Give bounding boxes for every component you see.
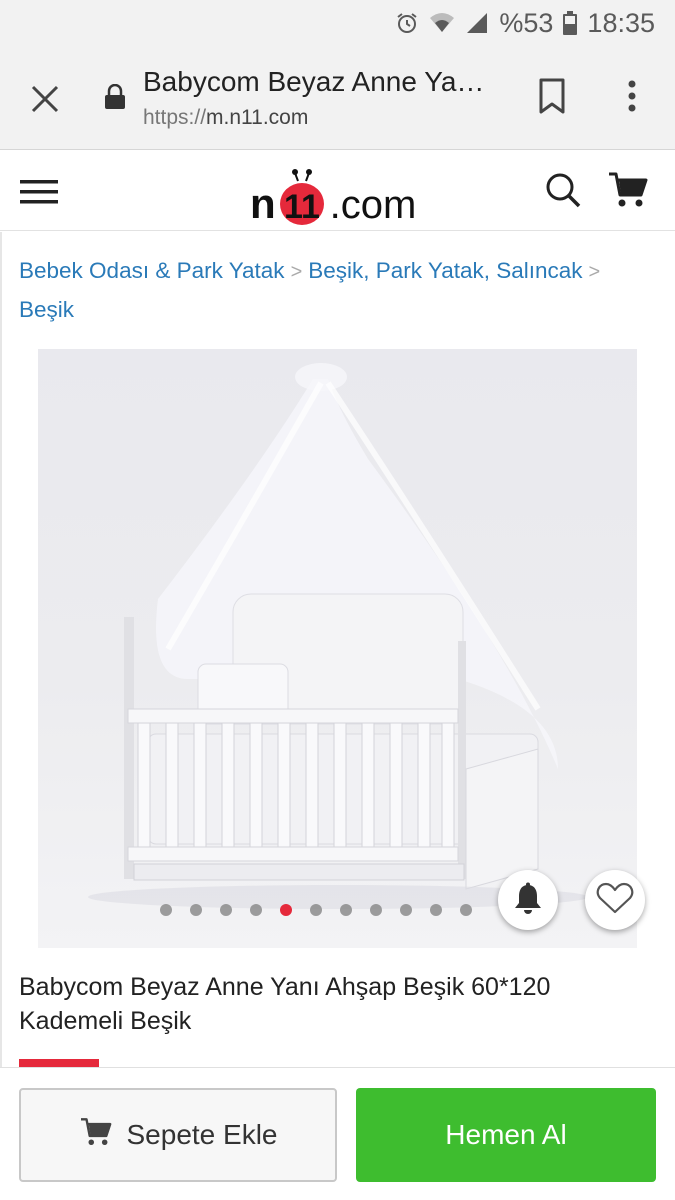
status-indicators: %53 18:35 <box>395 6 655 40</box>
gallery-dot[interactable] <box>250 904 262 916</box>
logo-domain: .com <box>329 183 417 227</box>
gallery-dot[interactable] <box>430 904 442 916</box>
product-title: Babycom Beyaz Anne Yanı Ahşap Beşik 60*1… <box>19 973 551 1035</box>
search-icon[interactable] <box>545 172 581 208</box>
close-icon[interactable] <box>22 76 68 122</box>
battery-icon <box>563 11 578 35</box>
breadcrumb: Bebek Odası & Park Yatak > Beşik, Park Yat… <box>19 252 659 329</box>
discount-badge <box>19 1059 99 1067</box>
alarm-icon <box>395 11 419 35</box>
buy-now-button[interactable]: Hemen Al <box>356 1088 656 1182</box>
breadcrumb-item-besik-park-yatak[interactable]: Beşik, Park Yatak, Salıncak <box>308 258 582 283</box>
gallery-dot[interactable] <box>220 904 232 916</box>
bookmark-icon[interactable] <box>535 76 569 116</box>
signal-icon <box>465 11 489 35</box>
n11-logo[interactable]: n 11 .com <box>250 159 417 227</box>
more-vert-icon[interactable] <box>618 76 646 116</box>
buy-now-label: Hemen Al <box>445 1119 567 1150</box>
add-to-cart-label: Sepete Ekle <box>126 1119 278 1150</box>
browser-toolbar: Babycom Beyaz Anne Ya… https://m.n11.com <box>0 46 675 150</box>
add-to-cart-icon <box>79 1117 113 1154</box>
gallery-dot[interactable] <box>310 904 322 916</box>
wifi-icon <box>429 11 455 35</box>
gallery-dot-active[interactable] <box>280 904 292 916</box>
gallery-dot[interactable] <box>190 904 202 916</box>
cart-icon[interactable] <box>608 171 648 209</box>
lock-icon <box>104 83 126 115</box>
gallery-pagination <box>160 904 472 916</box>
gallery-dot[interactable] <box>160 904 172 916</box>
gallery-dot[interactable] <box>370 904 382 916</box>
breadcrumb-item-bebek-odasi[interactable]: Bebek Odası & Park Yatak <box>19 258 285 283</box>
add-to-cart-button[interactable]: Sepete Ekle <box>19 1088 337 1182</box>
battery-percent: %53 <box>499 7 554 38</box>
logo-letter: n <box>250 180 276 227</box>
url-scheme: https:// <box>143 106 207 129</box>
breadcrumb-separator: > <box>588 261 601 283</box>
logo-digits: 11 <box>284 188 320 225</box>
breadcrumb-separator: > <box>290 261 303 283</box>
product-page-content: Bebek Odası & Park Yatak > Beşik, Park Yat… <box>0 232 675 1067</box>
breadcrumb-item-besik[interactable]: Beşik <box>19 297 74 322</box>
gallery-dot[interactable] <box>460 904 472 916</box>
site-header: n 11 .com <box>0 151 675 231</box>
status-bar: %53 18:35 <box>0 0 675 46</box>
heart-icon <box>596 881 634 920</box>
hamburger-menu-icon[interactable] <box>20 178 60 206</box>
favorite-button[interactable] <box>585 870 645 930</box>
clock: 18:35 <box>587 7 655 38</box>
gallery-dot[interactable] <box>340 904 352 916</box>
ladybug-logo-icon: 11 <box>277 167 327 226</box>
page-tab-title[interactable]: Babycom Beyaz Anne Ya… <box>143 66 503 98</box>
bell-icon <box>513 882 543 919</box>
product-image[interactable] <box>38 349 637 948</box>
url-bar[interactable]: https://m.n11.com <box>143 106 308 130</box>
gallery-dot[interactable] <box>400 904 412 916</box>
notify-button[interactable] <box>498 870 558 930</box>
bottom-action-bar: Sepete Ekle Hemen Al <box>0 1067 675 1200</box>
url-host: m.n11.com <box>206 106 309 129</box>
